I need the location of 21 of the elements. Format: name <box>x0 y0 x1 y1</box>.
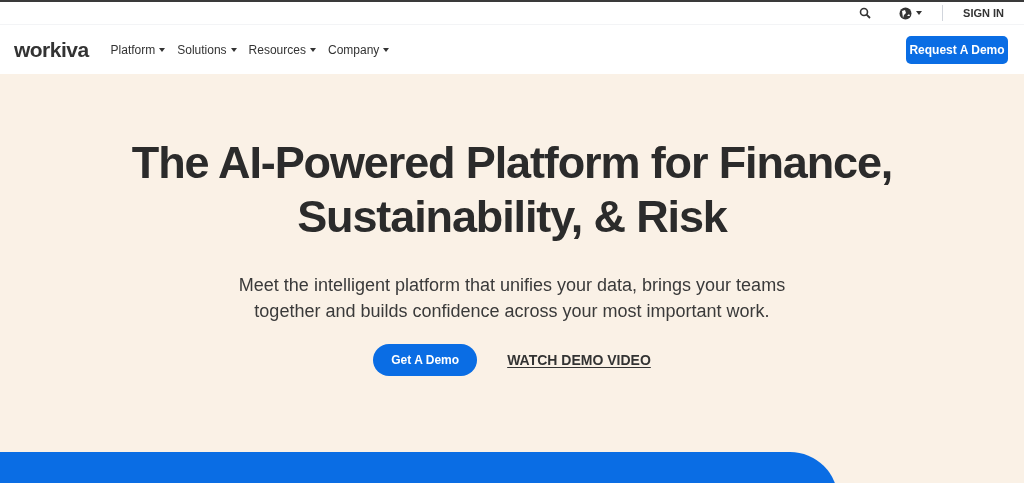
request-demo-button[interactable]: Request A Demo <box>906 35 1008 64</box>
caret-icon <box>383 47 390 52</box>
watch-demo-video-link[interactable]: WATCH DEMO VIDEO <box>507 349 651 371</box>
language-selector[interactable] <box>899 6 923 20</box>
hero-heading: The AI-Powered Platform for Finance, <box>131 136 893 190</box>
hero-subtitle: Meet the intelligent platform that unifies your data, brings your teams <box>238 274 786 297</box>
caret-icon <box>309 47 316 52</box>
search-icon[interactable] <box>859 7 872 19</box>
hero-subtitle: together and builds confidence across your most important work. <box>254 300 770 323</box>
logo[interactable]: workiva <box>14 33 89 66</box>
nav-menu[interactable]: Platform <box>110 40 166 59</box>
caret-icon <box>159 47 166 52</box>
nav-menu[interactable]: Company <box>327 40 390 59</box>
sign-in-link[interactable]: SIGN IN <box>963 4 1004 22</box>
globe-icon <box>899 6 913 20</box>
get-demo-button[interactable]: Get A Demo <box>373 344 478 376</box>
nav-menu[interactable]: Resources <box>248 40 316 59</box>
caret-icon <box>230 47 237 52</box>
hero-heading: Sustainability, & Risk <box>297 190 727 244</box>
caret-icon <box>916 11 923 15</box>
nav-menu[interactable]: Solutions <box>177 40 237 59</box>
